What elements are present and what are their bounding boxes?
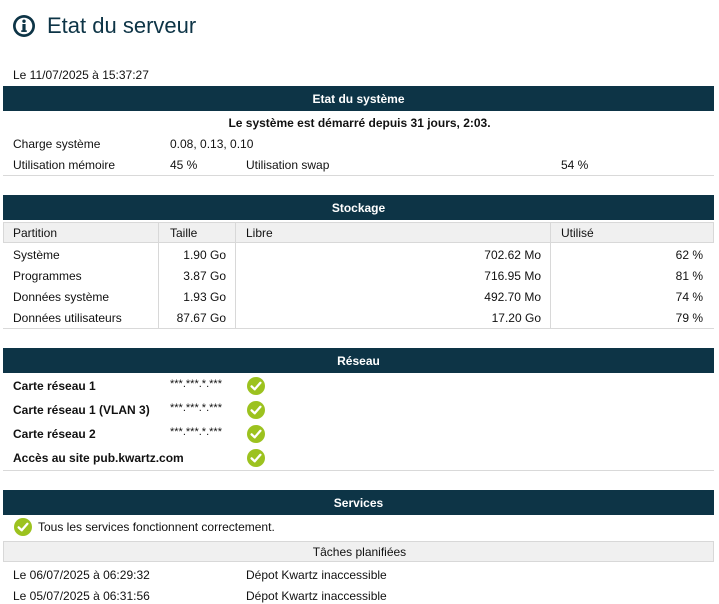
check-icon: [247, 449, 265, 467]
check-icon: [14, 518, 32, 536]
partition-used: 79 %: [675, 311, 703, 325]
task-date: Le 05/07/2025 à 06:31:56: [13, 589, 150, 603]
storage-section-header: Stockage: [3, 195, 714, 220]
partition-name: Système: [13, 248, 60, 262]
divider: [3, 470, 714, 471]
column-header-partition: Partition: [13, 226, 58, 240]
column-header-used: Utilisé: [561, 226, 594, 240]
partition-size: 1.90 Go: [183, 248, 226, 262]
partition-free: 702.62 Mo: [484, 248, 541, 262]
scheduled-tasks-title: Tâches planifiées: [312, 545, 407, 559]
check-icon: [247, 425, 265, 443]
partition-size: 87.67 Go: [176, 311, 226, 325]
page-title: Etat du serveur: [47, 13, 197, 38]
memory-value: 45 %: [170, 158, 198, 172]
partition-free: 17.20 Go: [491, 311, 541, 325]
task-message: Dépot Kwartz inaccessible: [246, 589, 387, 603]
network-label: Carte réseau 1 (VLAN 3): [13, 403, 150, 417]
partition-free: 716.95 Mo: [484, 269, 541, 283]
info-icon: [13, 15, 35, 37]
check-icon: [247, 401, 265, 419]
partition-name: Données système: [13, 290, 110, 304]
partition-free: 492.70 Mo: [484, 290, 541, 304]
partition-used: 62 %: [675, 248, 703, 262]
swap-label: Utilisation swap: [246, 158, 330, 172]
column-separator: [235, 222, 236, 328]
services-section-header: Services: [3, 490, 714, 515]
load-value: 0.08, 0.13, 0.10: [170, 137, 254, 151]
task-date: Le 06/07/2025 à 06:29:32: [13, 568, 150, 582]
network-ip: ***.***.*.***: [170, 378, 222, 390]
partition-used: 81 %: [675, 269, 703, 283]
partition-name: Programmes: [13, 269, 82, 283]
report-timestamp: Le 11/07/2025 à 15:37:27: [13, 68, 149, 82]
swap-value: 54 %: [561, 158, 589, 172]
services-status-text: Tous les services fonctionnent correctem…: [38, 520, 275, 534]
network-ip: ***.***.*.***: [170, 426, 222, 438]
column-header-free: Libre: [246, 226, 273, 240]
uptime-text: Le système est démarré depuis 31 jours, …: [228, 116, 491, 130]
task-message: Dépot Kwartz inaccessible: [246, 568, 387, 582]
storage-table-header: [3, 222, 714, 243]
network-label: Accès au site pub.kwartz.com: [13, 451, 184, 465]
network-label: Carte réseau 2: [13, 427, 96, 441]
memory-label: Utilisation mémoire: [13, 158, 116, 172]
divider: [3, 175, 714, 176]
divider: [3, 328, 714, 329]
partition-used: 74 %: [675, 290, 703, 304]
network-ip: ***.***.*.***: [170, 402, 222, 414]
system-section-header: Etat du système: [3, 86, 714, 111]
load-label: Charge système: [13, 137, 101, 151]
column-separator: [550, 222, 551, 328]
network-section-header: Réseau: [3, 348, 714, 373]
partition-name: Données utilisateurs: [13, 311, 122, 325]
partition-size: 3.87 Go: [183, 269, 226, 283]
partition-size: 1.93 Go: [183, 290, 226, 304]
check-icon: [247, 377, 265, 395]
page-header: Etat du serveur: [12, 10, 196, 42]
column-header-size: Taille: [170, 226, 198, 240]
network-label: Carte réseau 1: [13, 379, 96, 393]
